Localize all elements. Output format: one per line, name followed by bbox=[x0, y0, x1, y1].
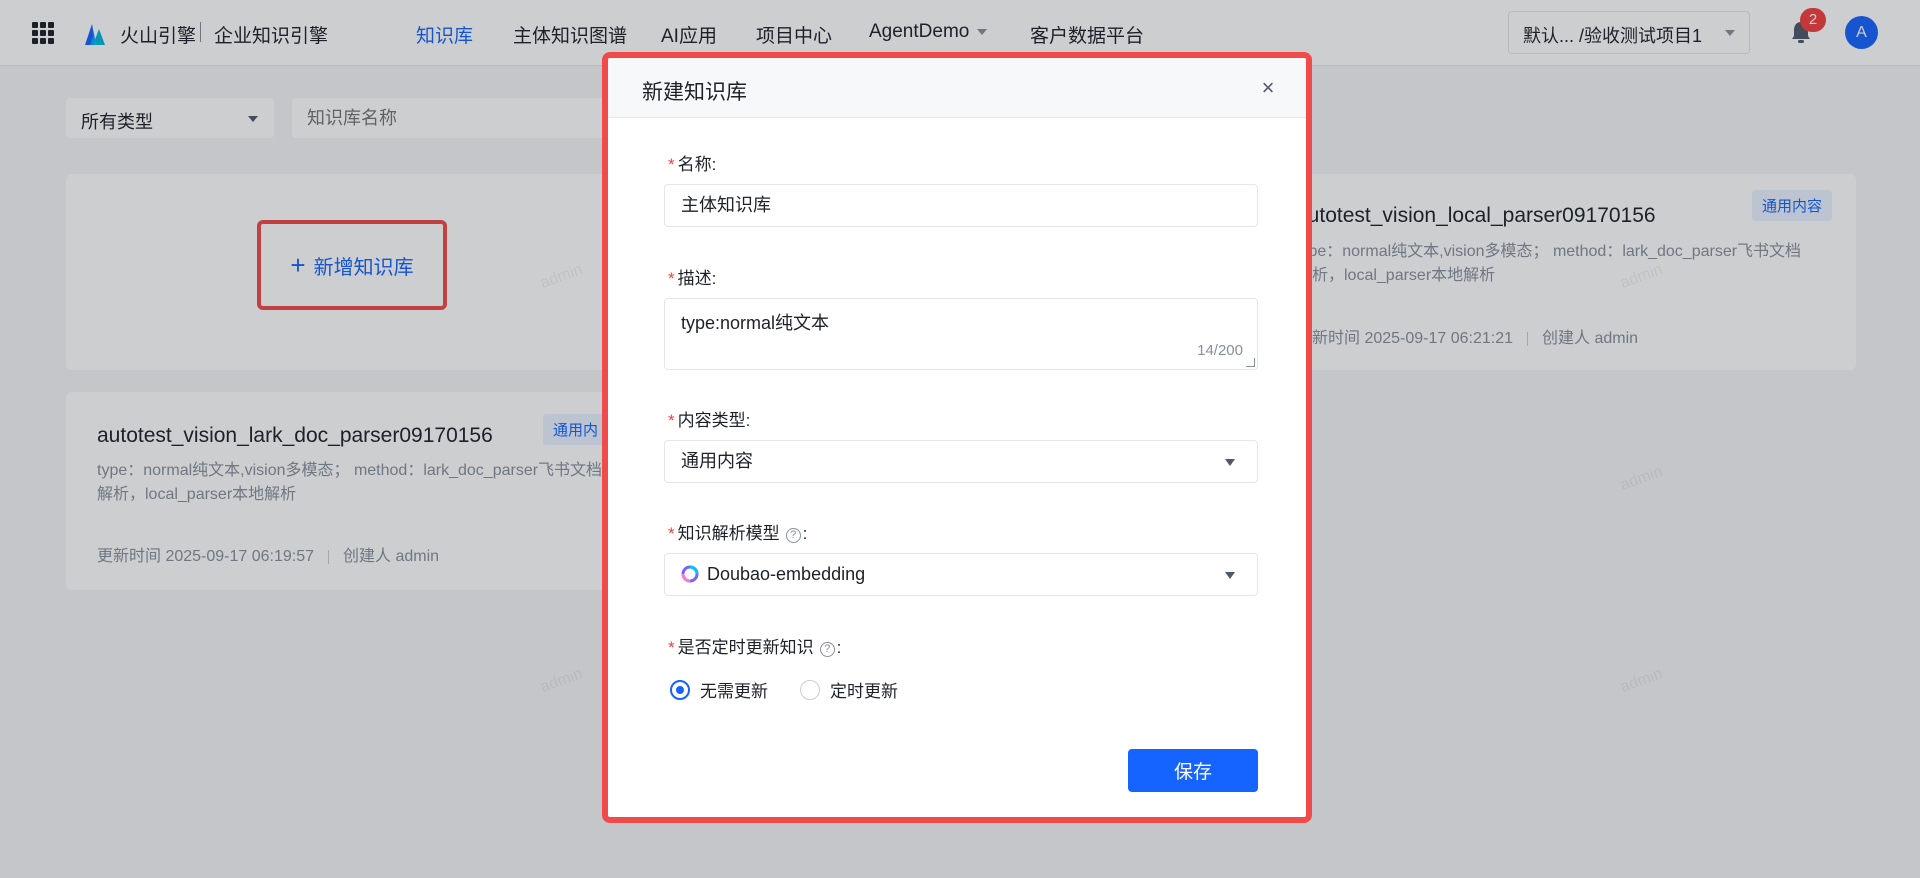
schedule-update-label-text: 是否定时更新知识 bbox=[677, 638, 814, 657]
required-mark: * bbox=[668, 269, 675, 288]
name-label-text: 名称: bbox=[677, 155, 717, 174]
required-mark: * bbox=[668, 524, 675, 543]
name-label: * 名称: bbox=[668, 150, 716, 175]
description-value: type:normal纯文本 bbox=[681, 313, 830, 333]
help-circle-icon[interactable]: ? bbox=[819, 642, 835, 657]
content-type-value: 通用内容 bbox=[681, 451, 753, 471]
content-type-select[interactable]: 通用内容 bbox=[664, 440, 1258, 483]
chevron-down-icon bbox=[1225, 572, 1235, 579]
help-circle-icon[interactable]: ? bbox=[785, 528, 801, 543]
doubao-model-icon bbox=[681, 565, 699, 583]
required-mark: * bbox=[668, 411, 675, 430]
content-type-label: * 内容类型: bbox=[668, 406, 750, 431]
name-field-value: 主体知识库 bbox=[681, 195, 771, 215]
colon: : bbox=[802, 524, 808, 543]
save-button[interactable]: 保存 bbox=[1128, 749, 1258, 792]
description-label-text: 描述: bbox=[677, 269, 717, 288]
schedule-update-radio-group: 无需更新 定时更新 bbox=[670, 677, 930, 702]
radio-label: 定时更新 bbox=[830, 682, 898, 701]
required-mark: * bbox=[668, 155, 675, 174]
description-label: * 描述: bbox=[668, 264, 716, 289]
colon: : bbox=[836, 638, 842, 657]
required-mark: * bbox=[668, 638, 675, 657]
parse-model-label: * 知识解析模型?: bbox=[668, 519, 807, 544]
parse-model-label-text: 知识解析模型 bbox=[677, 524, 780, 543]
close-icon[interactable]: × bbox=[1258, 77, 1278, 99]
dialog-title: 新建知识库 bbox=[642, 81, 747, 104]
schedule-update-label: * 是否定时更新知识?: bbox=[668, 633, 841, 658]
new-kb-dialog: 新建知识库 × * 名称: 主体知识库 * 描述: type:normal纯文本 1… bbox=[602, 52, 1312, 823]
dialog-header: 新建知识库 × bbox=[608, 58, 1306, 118]
radio-scheduled-update[interactable]: 定时更新 bbox=[800, 677, 898, 702]
radio-no-update[interactable]: 无需更新 bbox=[670, 677, 768, 702]
parse-model-value: Doubao-embedding bbox=[707, 564, 866, 584]
parse-model-select[interactable]: Doubao-embedding bbox=[664, 553, 1258, 596]
char-counter: 14/200 bbox=[1197, 342, 1243, 359]
name-field[interactable]: 主体知识库 bbox=[664, 184, 1258, 227]
content-type-label-text: 内容类型: bbox=[677, 411, 751, 430]
description-textarea[interactable]: type:normal纯文本 14/200 bbox=[664, 298, 1258, 370]
radio-button[interactable] bbox=[800, 679, 820, 700]
radio-button-selected[interactable] bbox=[670, 679, 690, 700]
radio-label: 无需更新 bbox=[700, 682, 768, 701]
chevron-down-icon bbox=[1225, 459, 1235, 466]
resize-handle-icon[interactable] bbox=[1246, 358, 1255, 367]
